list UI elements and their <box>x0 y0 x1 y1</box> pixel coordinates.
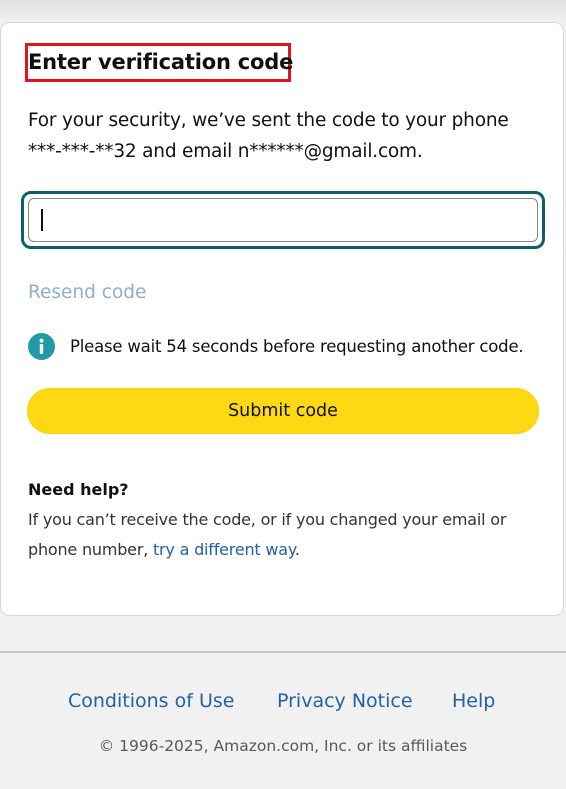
otp-input-focus-ring <box>21 191 545 249</box>
description-line-1: For your security, we’ve sent the code t… <box>28 110 509 131</box>
need-help-heading: Need help? <box>28 480 129 499</box>
help-link[interactable]: Help <box>452 690 495 712</box>
info-alert: Please wait 54 seconds before requesting… <box>28 331 524 361</box>
footer-links: Conditions of Use Privacy Notice Help <box>0 690 566 718</box>
page-title: Enter verification code <box>28 50 294 74</box>
help-text-line-2: phone number, try a different way. <box>28 535 548 565</box>
help-text: If you can’t receive the code, or if you… <box>28 505 548 565</box>
description-line-2: ***-***-**32 and email n******@gmail.com… <box>28 141 423 162</box>
info-circle-icon <box>28 332 55 360</box>
submit-code-button[interactable]: Submit code <box>27 388 539 434</box>
privacy-notice-link[interactable]: Privacy Notice <box>277 690 413 712</box>
help-text-line-1: If you can’t receive the code, or if you… <box>28 510 507 529</box>
copyright-text: © 1996-2025, Amazon.com, Inc. or its aff… <box>98 737 468 755</box>
try-different-way-link[interactable]: try a different way <box>153 540 295 559</box>
verification-card: Enter verification code For your securit… <box>0 22 564 616</box>
conditions-of-use-link[interactable]: Conditions of Use <box>68 690 234 712</box>
help-text-suffix: . <box>294 540 300 559</box>
wait-message: Please wait 54 seconds before requesting… <box>70 336 524 356</box>
verification-code-input[interactable] <box>28 198 538 242</box>
text-cursor <box>41 209 43 231</box>
verification-description: For your security, we’ve sent the code t… <box>28 105 548 167</box>
resend-code-link[interactable]: Resend code <box>28 281 146 305</box>
footer-divider <box>0 651 566 653</box>
help-text-prefix: phone number, <box>28 540 153 559</box>
